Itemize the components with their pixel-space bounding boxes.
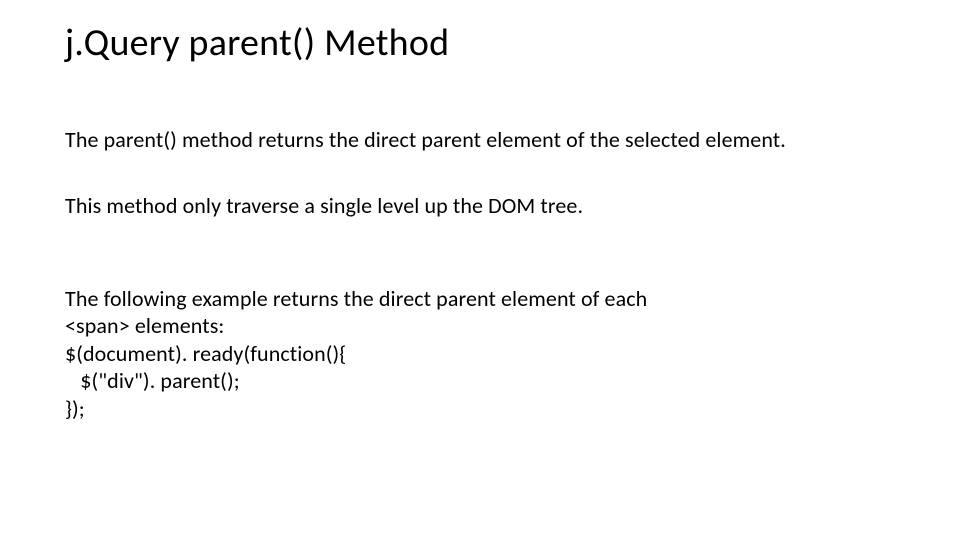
paragraph-description: The parent() method returns the direct p… xyxy=(65,126,895,154)
page-title: j.Query parent() Method xyxy=(65,20,895,66)
code-line-3: }); xyxy=(65,395,85,422)
paragraph-traverse-note: This method only traverse a single level… xyxy=(65,192,895,220)
code-line-1: $(document). ready(function(){ xyxy=(65,340,346,367)
example-block: The following example returns the direct… xyxy=(65,257,895,422)
code-line-2: $("div"). parent(); xyxy=(65,367,240,394)
example-intro-line2: <span> elements: xyxy=(65,312,224,339)
example-intro-line1: The following example returns the direct… xyxy=(65,285,647,312)
